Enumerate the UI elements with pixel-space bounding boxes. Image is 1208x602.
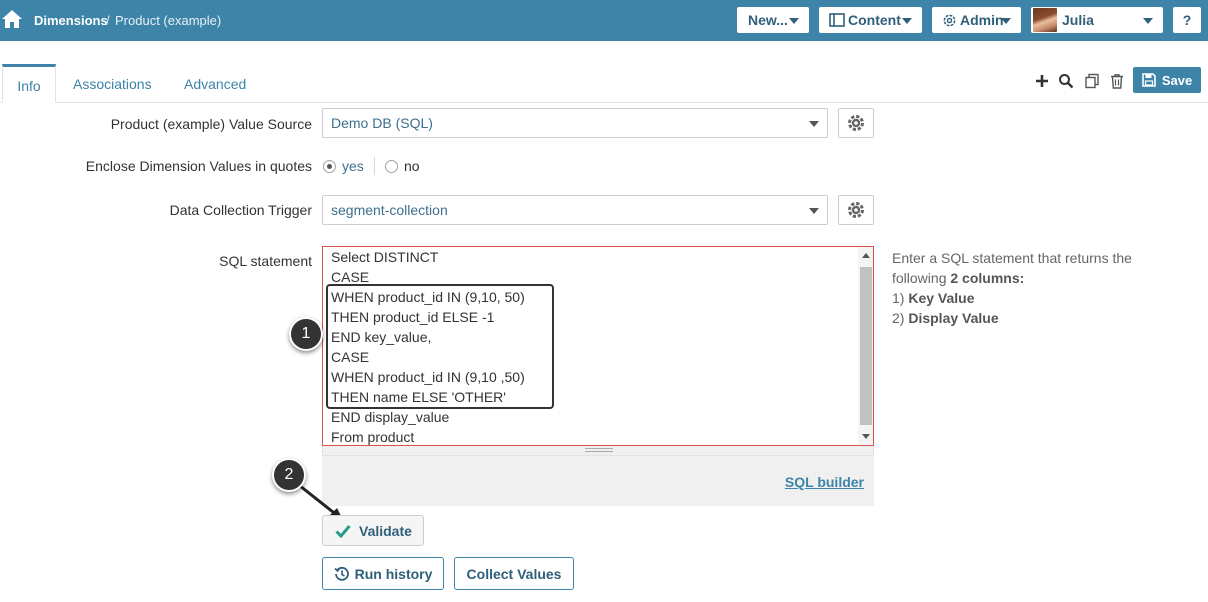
- chevron-down-icon: [809, 208, 819, 214]
- grip-icon: [585, 448, 613, 452]
- user-menu-button[interactable]: Julia: [1031, 7, 1163, 33]
- enclose-no-radio[interactable]: [385, 160, 398, 173]
- value-source-settings-button[interactable]: [838, 108, 874, 138]
- enclose-quotes-label: Enclose Dimension Values in quotes: [85, 158, 312, 174]
- run-history-label: Run history: [354, 565, 433, 582]
- save-icon: [1142, 73, 1156, 87]
- trigger-select[interactable]: segment-collection: [322, 195, 828, 225]
- hint-line-2: following 2 columns:: [892, 270, 1025, 286]
- user-name: Julia: [1062, 12, 1094, 28]
- annotation-badge-2: 2: [272, 458, 306, 492]
- tab-info-label: Info: [17, 77, 41, 94]
- collect-values-button[interactable]: Collect Values: [454, 557, 574, 590]
- tab-info[interactable]: Info: [2, 64, 56, 103]
- admin-menu-label: Admin: [960, 12, 1004, 28]
- save-label: Save: [1161, 72, 1193, 88]
- gear-icon: [943, 14, 956, 26]
- tab-associations[interactable]: Associations: [73, 76, 152, 92]
- chevron-down-icon: [809, 121, 819, 127]
- trigger-value: segment-collection: [331, 202, 448, 218]
- validate-button[interactable]: Validate: [322, 515, 424, 546]
- breadcrumb-separator: /: [106, 13, 110, 28]
- trigger-label: Data Collection Trigger: [169, 202, 312, 218]
- breadcrumb-root[interactable]: Dimensions: [34, 13, 108, 28]
- scroll-thumb[interactable]: [860, 267, 872, 425]
- sql-line: From product: [331, 429, 415, 445]
- avatar: [1033, 8, 1057, 32]
- enclose-no-label[interactable]: no: [404, 158, 420, 174]
- sql-builder-link[interactable]: SQL builder: [785, 474, 864, 490]
- sql-resize-handle[interactable]: [322, 446, 874, 456]
- hint-item-2: 2) Display Value: [892, 310, 999, 326]
- admin-menu-button[interactable]: Admin: [932, 7, 1021, 33]
- scroll-down-icon[interactable]: [862, 434, 870, 439]
- chevron-down-icon: [1143, 18, 1153, 24]
- radio-separator: [374, 157, 375, 175]
- scroll-up-icon[interactable]: [862, 253, 870, 258]
- hint-item-1: 1) Key Value: [892, 290, 975, 306]
- help-button[interactable]: ?: [1173, 7, 1201, 33]
- value-source-select[interactable]: Demo DB (SQL): [322, 108, 828, 138]
- sql-scrollbar[interactable]: [858, 247, 873, 445]
- save-button[interactable]: Save: [1133, 67, 1201, 93]
- validate-label: Validate: [359, 522, 412, 539]
- copy-icon[interactable]: [1084, 73, 1100, 89]
- sql-statement-label: SQL statement: [219, 253, 312, 269]
- content-menu-label: Content: [848, 12, 901, 28]
- sql-line: END display_value: [331, 409, 450, 425]
- sql-line: Select DISTINCT: [331, 249, 439, 265]
- breadcrumb-current: Product (example): [115, 13, 222, 28]
- history-icon: [334, 566, 349, 581]
- sql-line: CASE: [331, 269, 370, 285]
- sql-hint: Enter a SQL statement that returns the f…: [892, 248, 1162, 328]
- help-label: ?: [1182, 12, 1192, 28]
- window-icon: [829, 13, 845, 27]
- trigger-settings-button[interactable]: [838, 195, 874, 225]
- content-menu-button[interactable]: Content: [819, 7, 922, 33]
- hint-line-1: Enter a SQL statement that returns the: [892, 250, 1132, 266]
- chevron-down-icon: [902, 18, 912, 24]
- tab-advanced[interactable]: Advanced: [184, 76, 246, 92]
- chevron-down-icon: [1001, 18, 1011, 24]
- gear-icon: [848, 202, 864, 218]
- new-menu-button[interactable]: New...: [737, 7, 809, 33]
- enclose-yes-radio[interactable]: [323, 160, 336, 173]
- trash-icon[interactable]: [1109, 73, 1125, 89]
- annotation-badge-1: 1: [289, 317, 323, 351]
- top-bar: Dimensions / Product (example) New... Co…: [0, 0, 1208, 41]
- chevron-down-icon: [789, 18, 799, 24]
- plus-icon[interactable]: [1034, 73, 1050, 89]
- run-history-button[interactable]: Run history: [322, 557, 444, 590]
- new-menu-label: New...: [748, 12, 788, 28]
- search-icon[interactable]: [1058, 73, 1074, 89]
- gear-icon: [848, 115, 864, 131]
- collect-values-label: Collect Values: [466, 565, 562, 582]
- enclose-yes-label[interactable]: yes: [342, 158, 364, 174]
- value-source-label: Product (example) Value Source: [110, 116, 312, 132]
- home-icon[interactable]: [1, 9, 23, 29]
- sql-footer: SQL builder: [322, 456, 874, 506]
- tabs-divider: [0, 102, 1208, 103]
- check-icon: [335, 524, 351, 538]
- value-source-value: Demo DB (SQL): [331, 115, 433, 131]
- annotation-highlight-box: [326, 284, 554, 409]
